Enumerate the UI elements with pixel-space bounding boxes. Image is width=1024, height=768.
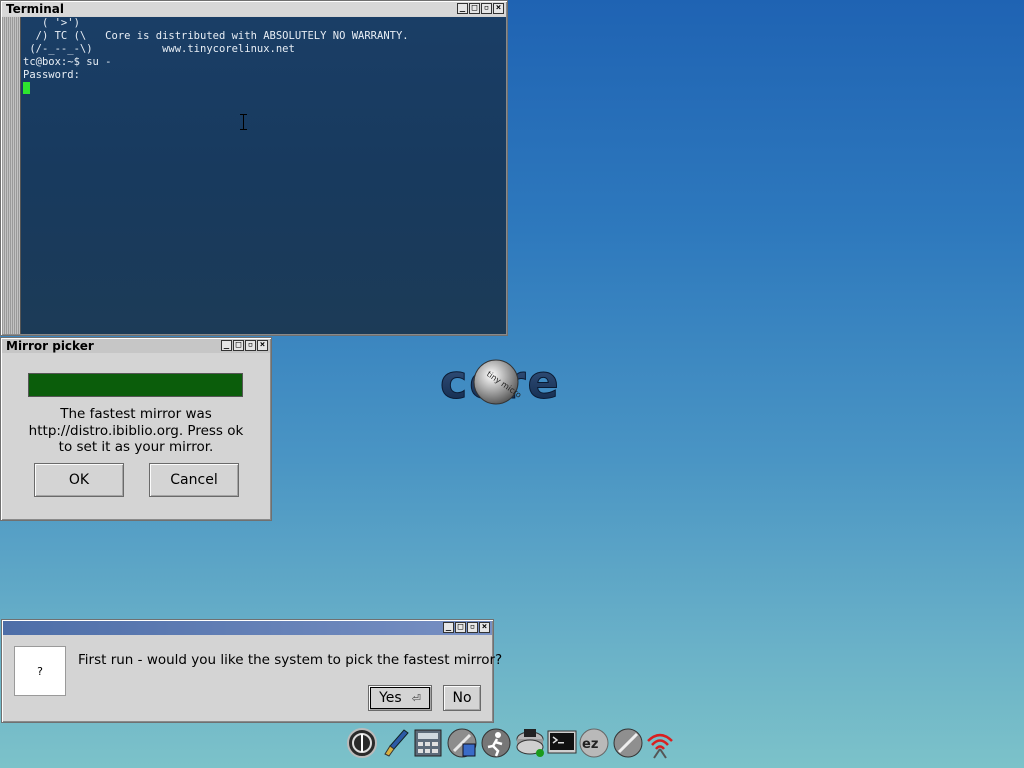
install-icon[interactable] [446,727,478,759]
first-run-dialog: _ □ ▫ × ? First run - would you like the… [1,619,502,723]
terminal-line: (/-_--_-\) www.tinycorelinux.net [23,43,295,55]
terminal-cursor [23,82,30,94]
terminal-scrollbar[interactable] [2,17,21,334]
run-icon[interactable] [480,727,512,759]
minimize-button[interactable]: _ [221,340,232,351]
maximize-button[interactable]: ▫ [481,3,492,14]
yes-button-label: Yes [379,690,402,706]
terminal-line: /) TC (\ Core is distributed with ABSOLU… [23,30,409,42]
maximize-button[interactable]: ▫ [245,340,256,351]
ez-icon[interactable]: ez [578,727,610,759]
drive-icon[interactable] [514,727,546,759]
mirror-progress-bar [28,373,243,397]
ok-button[interactable]: OK [34,463,124,497]
svg-text:ez: ez [582,737,598,752]
first-run-question: First run - would you like the system to… [78,652,503,668]
minimize-button[interactable]: _ [457,3,468,14]
restore-button[interactable]: □ [469,3,480,14]
restore-button[interactable]: □ [233,340,244,351]
wifi-icon[interactable] [644,727,676,759]
terminal-window: Terminal _ □ ▫ × ( '>') /) TC (\ Core is… [0,0,508,336]
terminal-output: ( '>') /) TC (\ Core is distributed with… [23,17,502,96]
question-icon: ? [14,646,66,696]
close-button[interactable]: × [479,622,490,633]
question-icon-glyph: ? [37,664,43,678]
yes-button[interactable]: Yes ⏎ [368,685,432,711]
minimize-button[interactable]: _ [443,622,454,633]
paint-brush-icon[interactable] [380,727,412,759]
terminal-line: Password: [23,69,80,81]
terminal-title: Terminal [6,2,65,16]
power-icon[interactable] [346,727,378,759]
tinycore-logo: core tiny micro [440,355,560,410]
return-key-icon: ⏎ [411,691,421,705]
apps-icon[interactable] [612,727,644,759]
close-button[interactable]: × [493,3,504,14]
terminal-titlebar[interactable]: Terminal _ □ ▫ × [2,2,506,16]
terminal-cursor-line [23,82,502,96]
mirror-picker-titlebar[interactable]: Mirror picker _ □ ▫ × [2,339,270,353]
ibeam-cursor-icon [240,114,248,130]
cancel-button[interactable]: Cancel [149,463,239,497]
mirror-progress-fill [29,374,242,396]
terminal-line: tc@box:~$ su - [23,56,112,68]
restore-button[interactable]: □ [455,622,466,633]
no-button[interactable]: No [443,685,481,711]
mirror-picker-title: Mirror picker [6,339,94,353]
mirror-picker-window: Mirror picker _ □ ▫ × The fastest mirror… [0,337,272,521]
maximize-button[interactable]: ▫ [467,622,478,633]
calculator-icon[interactable] [412,727,444,759]
mirror-picker-message: The fastest mirror was http://distro.ibi… [28,406,244,455]
terminal-line: ( '>') [23,17,80,29]
terminal-body[interactable]: ( '>') /) TC (\ Core is distributed with… [2,17,506,334]
terminal-icon[interactable] [546,727,578,759]
close-button[interactable]: × [257,340,268,351]
first-run-titlebar[interactable]: _ □ ▫ × [3,621,492,635]
